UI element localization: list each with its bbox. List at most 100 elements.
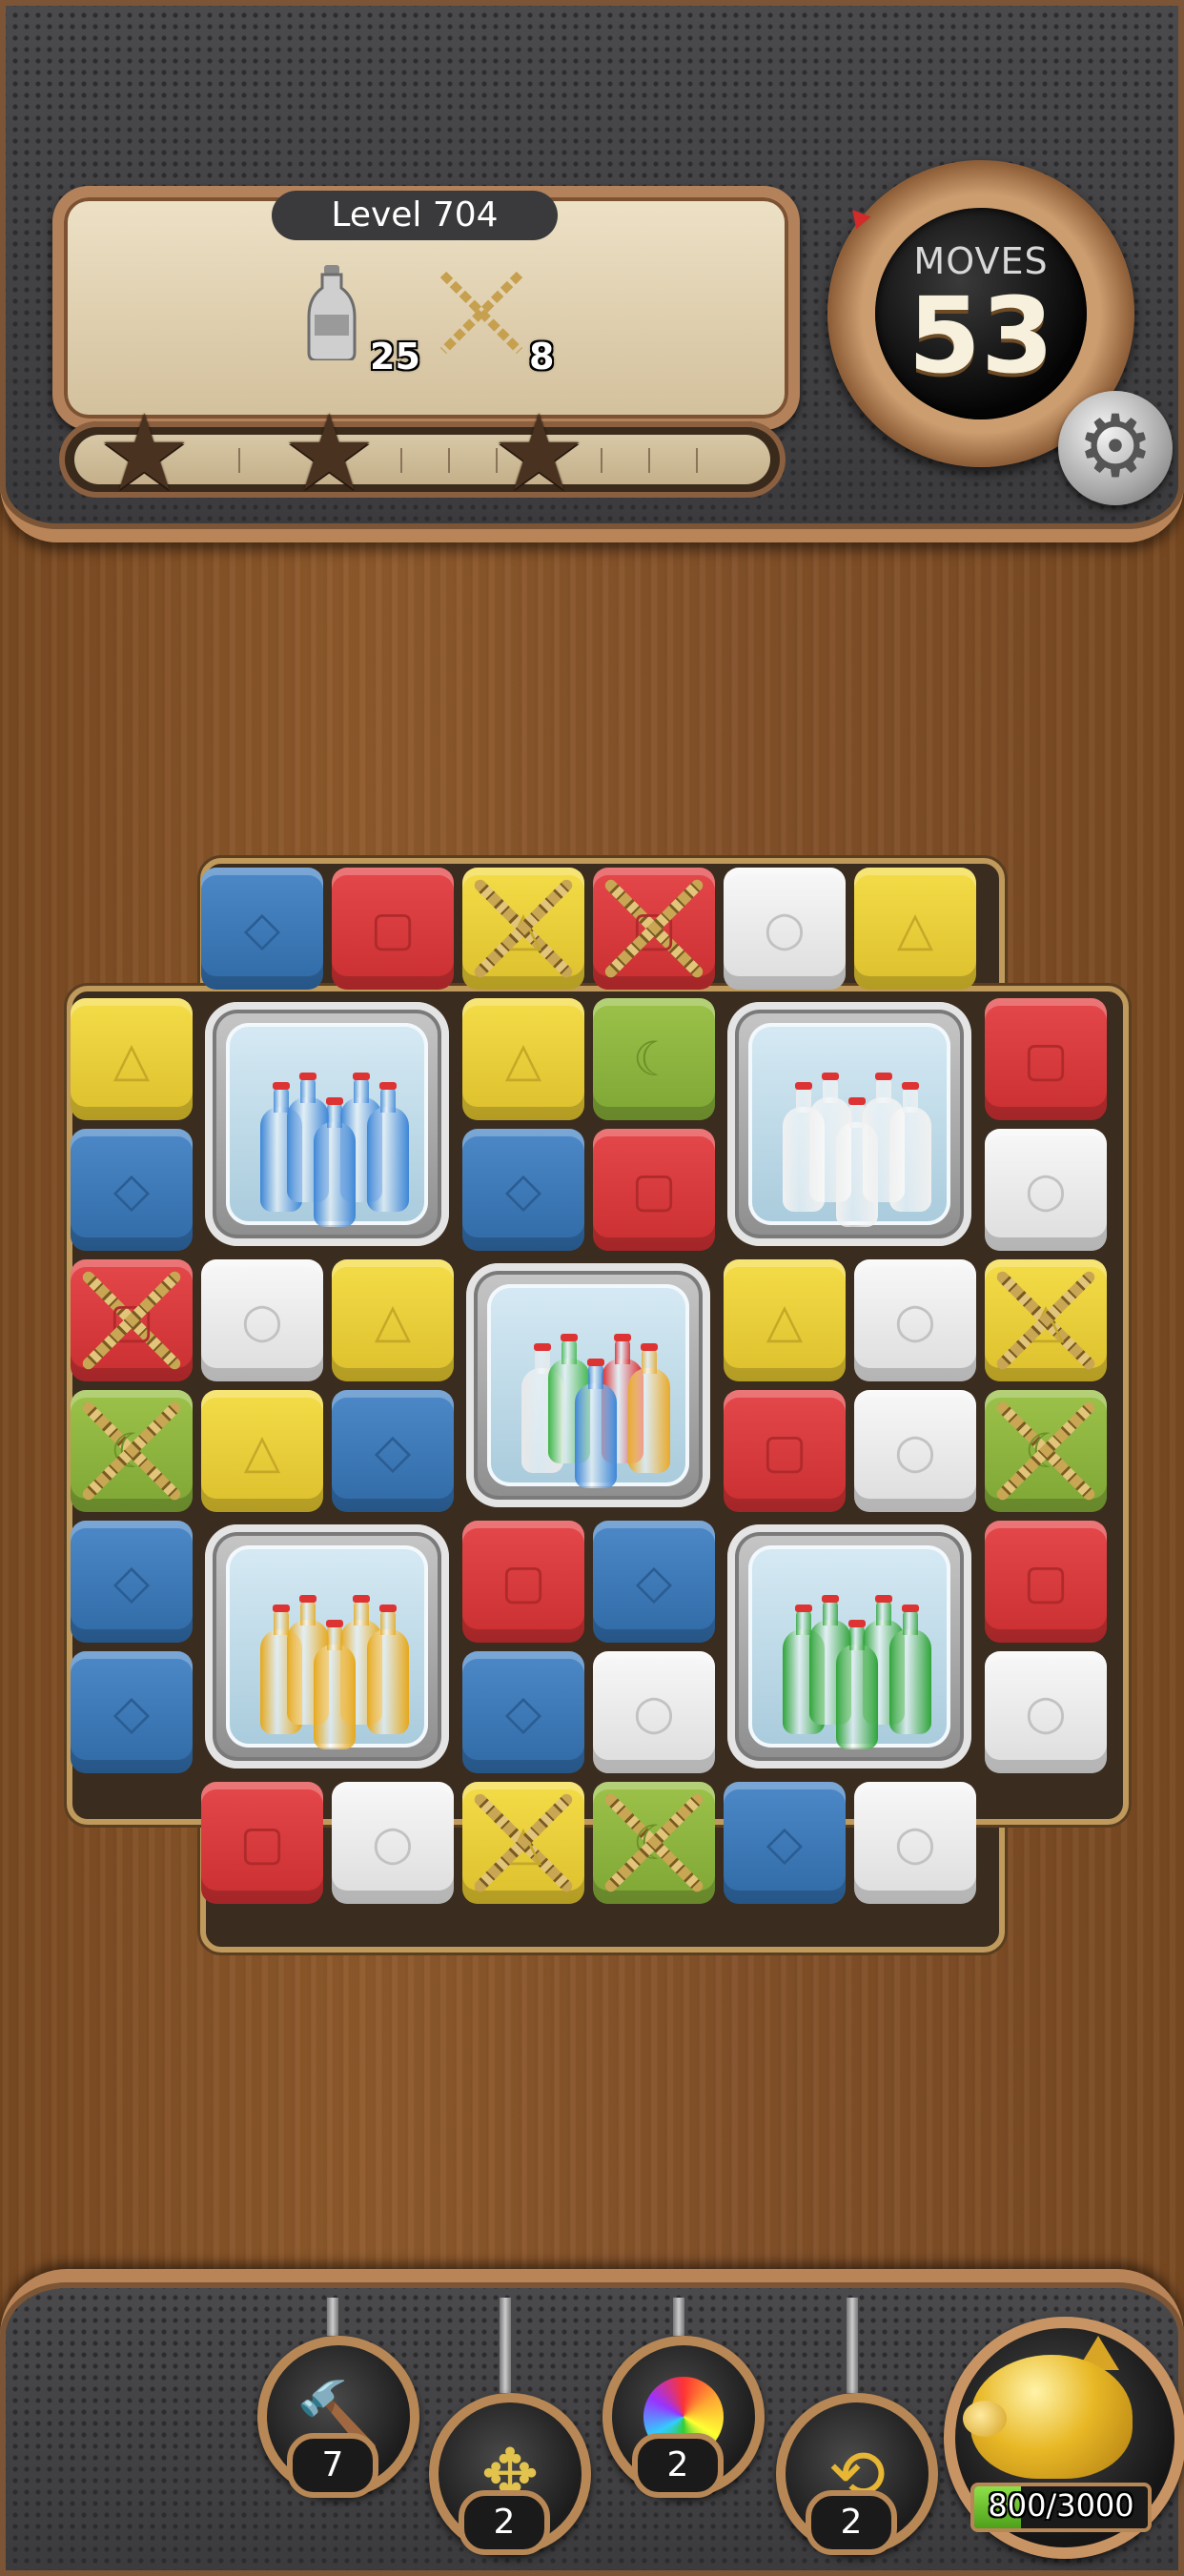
soda-bottle-icon [314, 1097, 356, 1227]
soda-bottle-icon [889, 1605, 931, 1734]
white-tile[interactable]: ○ [854, 1782, 976, 1904]
blue-tile[interactable]: ◇ [593, 1521, 715, 1643]
booster-pole [847, 2298, 858, 2393]
yellow-tile[interactable]: △ [201, 1390, 323, 1512]
white-tile[interactable]: ○ [985, 1651, 1107, 1773]
piggy-snout [963, 2401, 1007, 2437]
bottle-crate-yellow [205, 1524, 449, 1768]
yellow-symbol-icon: △ [374, 1293, 412, 1348]
yellow-symbol-icon: △ [1027, 1293, 1065, 1348]
blue-tile[interactable]: ◇ [71, 1521, 193, 1643]
moves-value: 53 [908, 275, 1054, 397]
white-tile[interactable]: ○ [593, 1651, 715, 1773]
settings-button[interactable]: ⚙ [1058, 391, 1173, 505]
yellow-tile[interactable]: △ [332, 1259, 454, 1381]
blue-symbol-icon: ◇ [112, 1685, 151, 1740]
yellow-tile[interactable]: △ [724, 1259, 846, 1381]
chain-icon [439, 271, 523, 355]
shuffle-count: 2 [806, 2490, 897, 2555]
white-tile[interactable]: ○ [985, 1129, 1107, 1251]
red-symbol-icon: ▢ [762, 1423, 807, 1479]
crate-window [487, 1284, 689, 1488]
white-symbol-icon: ○ [372, 1815, 414, 1871]
white-tile[interactable]: ○ [201, 1259, 323, 1381]
bottle-crate-white [727, 1002, 971, 1246]
level-label: Level 704 [272, 191, 558, 240]
progress-tick [696, 448, 698, 473]
chained-red-tile[interactable]: ▢ [71, 1259, 193, 1381]
red-tile[interactable]: ▢ [985, 1521, 1107, 1643]
blue-tile[interactable]: ◇ [462, 1651, 584, 1773]
chained-green-tile[interactable]: ☾ [71, 1390, 193, 1512]
gear-icon: ⚙ [1076, 397, 1154, 497]
soda-bottle-icon [314, 1620, 356, 1749]
soda-bottle-icon [367, 1605, 409, 1734]
white-tile[interactable]: ○ [724, 868, 846, 990]
white-symbol-icon: ○ [894, 1815, 936, 1871]
blue-tile[interactable]: ◇ [71, 1129, 193, 1251]
blue-tile[interactable]: ◇ [201, 868, 323, 990]
red-tile[interactable]: ▢ [724, 1390, 846, 1512]
red-tile[interactable]: ▢ [985, 998, 1107, 1120]
yellow-symbol-icon: △ [504, 901, 542, 956]
chain-goal-count: 8 [529, 336, 555, 378]
progress-tick [400, 448, 402, 473]
yellow-symbol-icon: △ [896, 901, 934, 956]
progress-tick [448, 448, 450, 473]
red-symbol-icon: ▢ [631, 901, 677, 956]
red-tile[interactable]: ▢ [201, 1782, 323, 1904]
yellow-symbol-icon: △ [766, 1293, 804, 1348]
piggy-progress-label: 800/3000 [988, 2487, 1134, 2524]
yellow-tile[interactable]: △ [854, 868, 976, 990]
white-symbol-icon: ○ [764, 901, 806, 956]
blue-tile[interactable]: ◇ [462, 1129, 584, 1251]
blue-symbol-icon: ◇ [766, 1815, 804, 1871]
progress-tick [601, 448, 602, 473]
white-tile[interactable]: ○ [854, 1259, 976, 1381]
red-tile[interactable]: ▢ [593, 1129, 715, 1251]
white-tile[interactable]: ○ [854, 1390, 976, 1512]
bottle-crate-blue [205, 1002, 449, 1246]
soda-bottle-icon [367, 1082, 409, 1212]
green-tile[interactable]: ☾ [593, 998, 715, 1120]
white-symbol-icon: ○ [241, 1293, 283, 1348]
yellow-tile[interactable]: △ [462, 998, 584, 1120]
white-symbol-icon: ○ [633, 1685, 675, 1740]
yellow-tile[interactable]: △ [71, 998, 193, 1120]
white-symbol-icon: ○ [1025, 1162, 1067, 1217]
green-symbol-icon: ☾ [632, 1032, 676, 1087]
blue-symbol-icon: ◇ [635, 1554, 673, 1609]
crate-window [226, 1023, 428, 1227]
blue-symbol-icon: ◇ [112, 1554, 151, 1609]
blue-tile[interactable]: ◇ [332, 1390, 454, 1512]
red-tile[interactable]: ▢ [462, 1521, 584, 1643]
soda-bottle-icon [628, 1343, 670, 1473]
soda-bottle-icon [889, 1082, 931, 1212]
blue-tile[interactable]: ◇ [724, 1782, 846, 1904]
crate-window [748, 1023, 950, 1227]
blue-tile[interactable]: ◇ [71, 1651, 193, 1773]
bottle-crate-green [727, 1524, 971, 1768]
progress-tick [238, 448, 240, 473]
white-tile[interactable]: ○ [332, 1782, 454, 1904]
blue-symbol-icon: ◇ [243, 901, 281, 956]
booster-pole [673, 2298, 684, 2336]
soda-bottle-icon [836, 1620, 878, 1749]
star-icon: ★ [282, 392, 377, 514]
yellow-symbol-icon: △ [504, 1032, 542, 1087]
chained-yellow-tile[interactable]: △ [985, 1259, 1107, 1381]
chained-yellow-tile[interactable]: △ [462, 868, 584, 990]
chained-red-tile[interactable]: ▢ [593, 868, 715, 990]
chained-yellow-tile[interactable]: △ [462, 1782, 584, 1904]
blue-symbol-icon: ◇ [374, 1423, 412, 1479]
chained-green-tile[interactable]: ☾ [985, 1390, 1107, 1512]
white-symbol-icon: ○ [894, 1423, 936, 1479]
star-icon: ★ [492, 392, 586, 514]
red-tile[interactable]: ▢ [332, 868, 454, 990]
red-symbol-icon: ▢ [500, 1554, 546, 1609]
yellow-symbol-icon: △ [504, 1815, 542, 1871]
arrows-count: 2 [459, 2490, 550, 2555]
red-symbol-icon: ▢ [1023, 1032, 1069, 1087]
hammer-count: 7 [287, 2433, 378, 2498]
chained-green-tile[interactable]: ☾ [593, 1782, 715, 1904]
